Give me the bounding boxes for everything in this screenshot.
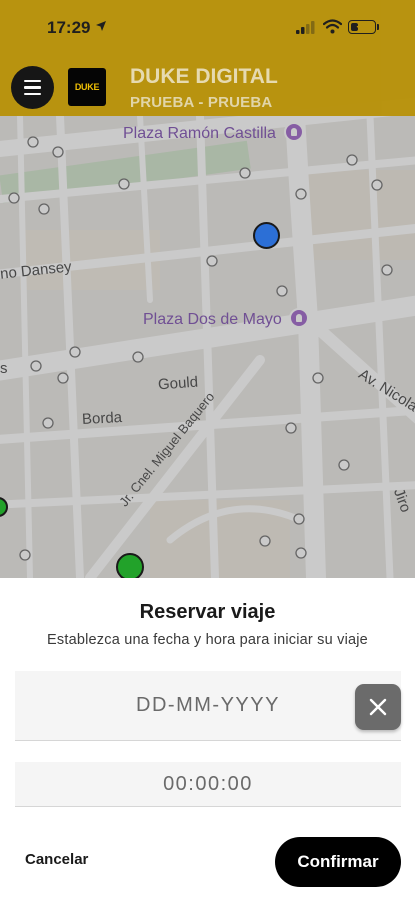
wifi-icon bbox=[323, 19, 342, 34]
battery-icon: 33 bbox=[348, 20, 376, 34]
app-header: 17:29 33 DUKE DUKE DIGITAL PRUEBA - PRUE… bbox=[0, 0, 415, 116]
cancel-button[interactable]: Cancelar bbox=[25, 851, 88, 868]
close-icon bbox=[369, 698, 387, 716]
location-arrow-icon bbox=[96, 21, 106, 31]
cellular-signal-icon bbox=[296, 21, 315, 34]
date-field bbox=[15, 671, 401, 741]
sheet-description: Establezca una fecha y hora para iniciar… bbox=[47, 632, 368, 648]
app-logo: DUKE bbox=[68, 68, 106, 106]
menu-button[interactable] bbox=[11, 66, 54, 109]
menu-line bbox=[24, 86, 41, 89]
menu-line bbox=[24, 92, 41, 96]
sheet-title: Reservar viaje bbox=[139, 601, 276, 623]
time-field bbox=[15, 762, 401, 807]
app-subtitle: PRUEBA - PRUEBA bbox=[130, 94, 273, 111]
vehicle-marker[interactable] bbox=[116, 553, 144, 578]
vehicle-marker[interactable] bbox=[253, 222, 280, 249]
time-input[interactable] bbox=[15, 762, 401, 806]
battery-percent: 33 bbox=[356, 20, 368, 31]
date-input[interactable] bbox=[15, 671, 401, 740]
status-time: 17:29 bbox=[47, 18, 91, 37]
clear-date-button[interactable] bbox=[355, 684, 401, 730]
status-bar: 17:29 33 bbox=[0, 0, 415, 56]
menu-line bbox=[24, 79, 41, 83]
confirm-button[interactable]: Confirmar bbox=[275, 837, 401, 887]
app-title: DUKE DIGITAL bbox=[130, 65, 278, 88]
logo-text: DUKE bbox=[74, 82, 100, 92]
battery-nub bbox=[377, 24, 379, 30]
